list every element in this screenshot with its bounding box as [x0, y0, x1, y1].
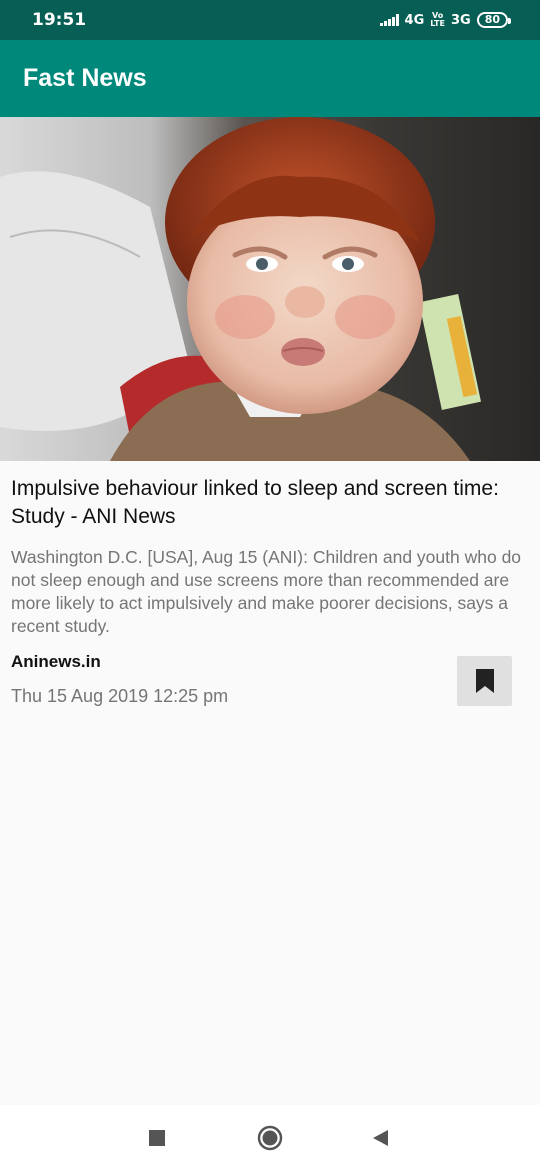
status-bar: 19:51 4G Vo LTE 3G 80 — [0, 0, 540, 40]
home-button[interactable] — [257, 1125, 283, 1151]
network-type-4g: 4G — [404, 12, 425, 28]
system-nav-bar — [0, 1105, 540, 1170]
article-image[interactable] — [0, 117, 540, 461]
status-time: 19:51 — [32, 10, 87, 30]
square-icon — [149, 1130, 165, 1146]
article-date: Thu 15 Aug 2019 12:25 pm — [11, 686, 229, 706]
network-type-3g: 3G — [450, 12, 471, 28]
app-bar: Fast News — [0, 40, 540, 117]
article-card[interactable]: Impulsive behaviour linked to sleep and … — [11, 475, 523, 707]
article-description: Washington D.C. [USA], Aug 15 (ANI): Chi… — [11, 547, 522, 636]
article-headline[interactable]: Impulsive behaviour linked to sleep and … — [11, 475, 523, 531]
back-button[interactable] — [367, 1125, 393, 1151]
app-title: Fast News — [23, 64, 147, 92]
signal-icon — [379, 14, 399, 26]
article-source: Aninews.in — [11, 652, 101, 671]
recents-button[interactable] — [144, 1125, 170, 1151]
volte-indicator: Vo LTE — [430, 11, 445, 28]
battery-icon: 80 — [476, 12, 512, 28]
status-icons: 4G Vo LTE 3G 80 — [379, 11, 512, 28]
bookmark-icon — [475, 669, 494, 693]
child-photo-illustration — [0, 117, 481, 461]
bookmark-button[interactable] — [457, 656, 512, 706]
battery-level: 80 — [484, 13, 500, 26]
triangle-back-icon — [373, 1130, 388, 1146]
circle-icon — [257, 1125, 283, 1151]
